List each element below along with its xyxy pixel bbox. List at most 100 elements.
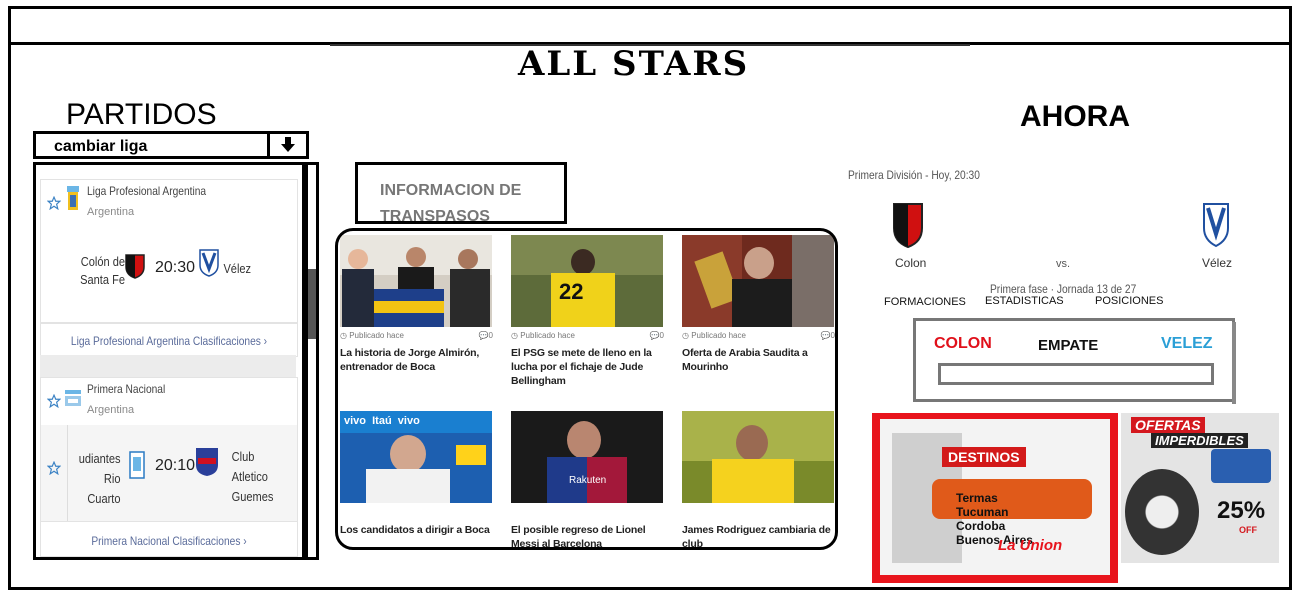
news-meta: ◷ Publicado hace 💬0 [340, 331, 493, 340]
league-selector-label: cambiar liga [54, 138, 148, 155]
news-image [682, 235, 834, 327]
site-title: ALL STARS [518, 44, 750, 84]
comment-icon: 💬 [649, 331, 660, 340]
news-grid: ◷ Publicado hace 💬0 La historia de Jorge… [335, 228, 838, 550]
star-icon[interactable] [47, 196, 61, 210]
news-card[interactable]: James Rodriguez cambiaria de club [682, 411, 835, 547]
league-selector[interactable]: cambiar liga [33, 131, 309, 159]
news-image [340, 235, 492, 327]
guemes-crest-icon [196, 448, 218, 476]
matches-list: Liga Profesional Argentina Argentina Col… [33, 162, 305, 560]
ad-heading: OFERTAS [1131, 417, 1205, 433]
colon-crest-icon [125, 254, 145, 279]
prediction-box-shadow [1232, 322, 1236, 404]
news-headline[interactable]: Los candidatos a dirigir a Boca [340, 523, 493, 537]
news-card[interactable]: Rakuten El posible regreso de Lionel Mes… [511, 411, 664, 547]
predict-away-button[interactable]: VELEZ [1161, 335, 1213, 353]
match-row[interactable]: Colón de Santa Fe 20:30 Vélez [40, 227, 298, 323]
prediction-result-bar [938, 363, 1214, 385]
news-image: vivo Itaú vivo [340, 411, 492, 503]
now-heading: AHORA [1020, 100, 1130, 133]
news-headline[interactable]: La historia de Jorge Almirón, entrenador… [340, 346, 493, 374]
news-image: Rakuten [511, 411, 663, 503]
standings-link-row: Primera Nacional Clasificaciones › [40, 521, 298, 557]
standings-link-row: Liga Profesional Argentina Clasificacion… [40, 323, 298, 357]
velez-crest-icon [199, 249, 219, 277]
ad-discount-suffix: OFF [1239, 525, 1257, 535]
live-vs: vs. [1056, 258, 1071, 270]
news-headline[interactable]: El PSG se mete de lleno en la lucha por … [511, 346, 664, 388]
news-image [682, 411, 834, 503]
league-card-header[interactable]: Liga Profesional Argentina Argentina [40, 179, 298, 229]
news-image: 22 [511, 235, 663, 327]
match-time: 20:30 [155, 259, 196, 276]
news-meta: ◷ Publicado hace 💬0 [511, 331, 664, 340]
clock-icon: ◷ [511, 331, 518, 340]
list-gap [40, 355, 296, 377]
news-meta: ◷ Publicado hace 💬0 [682, 331, 835, 340]
news-headline[interactable]: James Rodriguez cambiaria de club [682, 523, 835, 547]
prediction-box: COLON EMPATE VELEZ [913, 318, 1235, 402]
star-icon[interactable] [47, 461, 61, 475]
news-card[interactable]: 22 ◷ Publicado hace 💬0 El PSG se mete de… [511, 235, 664, 388]
news-card[interactable]: vivo Itaú vivo Los candidatos a dirigir … [340, 411, 493, 537]
ad-heading: IMPERDIBLES [1151, 433, 1248, 448]
away-team-name: Club Atletico Guemes [231, 449, 274, 504]
star-icon[interactable] [47, 394, 61, 408]
league-country: Argentina [87, 206, 135, 218]
news-headline[interactable]: El posible regreso de Lionel Messi al Ba… [511, 523, 664, 547]
ad-destination: Cordoba [956, 519, 1006, 533]
predict-home-button[interactable]: COLON [934, 335, 992, 353]
league-logo-icon [65, 390, 81, 406]
live-away-team: Vélez [1202, 256, 1233, 270]
live-competition: Primera División - Hoy, 20:30 [848, 168, 980, 182]
news-headline[interactable]: Oferta de Arabia Saudita a Mourinho [682, 346, 835, 374]
published-label: Publicado hace [691, 331, 746, 340]
matches-scrollbar[interactable] [305, 162, 319, 560]
clock-icon: ◷ [340, 331, 347, 340]
ad-destination: Termas [956, 491, 998, 505]
league-name: Primera Nacional [87, 382, 166, 396]
comment-count: 0 [488, 331, 493, 340]
comment-count: 0 [659, 331, 664, 340]
transfers-heading-box: INFORMACION DE TRANSPASOS [355, 162, 567, 225]
news-card[interactable]: ◷ Publicado hace 💬0 Oferta de Arabia Sau… [682, 235, 835, 374]
colon-crest-icon[interactable] [892, 200, 924, 248]
clock-icon: ◷ [682, 331, 689, 340]
estudiantes-crest-icon [129, 451, 145, 479]
jersey-number: 22 [559, 279, 584, 304]
velez-crest-icon[interactable] [1202, 202, 1230, 248]
scrollbar-thumb[interactable] [308, 269, 316, 339]
ad-discount: 25% [1217, 497, 1266, 524]
league-name: Liga Profesional Argentina [87, 184, 207, 198]
standings-link[interactable]: Liga Profesional Argentina Clasificacion… [60, 334, 278, 348]
predict-draw-button[interactable]: EMPATE [1038, 337, 1098, 354]
away-team-name: Vélez [223, 261, 252, 276]
tab-formaciones[interactable]: FORMACIONES [884, 296, 966, 308]
standings-link[interactable]: Primera Nacional Clasificaciones › [60, 534, 278, 548]
home-team-name: udiantes Rio Cuarto [78, 451, 121, 506]
comment-icon: 💬 [478, 331, 489, 340]
match-time: 20:10 [155, 457, 196, 474]
matches-heading: PARTIDOS [66, 98, 217, 131]
match-row[interactable]: udiantes Rio Cuarto 20:10 Club Atletico … [40, 425, 298, 522]
ad-destination: Tucuman [956, 505, 1009, 519]
league-selector-button[interactable] [267, 134, 306, 156]
home-team-name: Colón de Santa Fe [80, 254, 125, 287]
league-logo-icon [67, 186, 79, 210]
ad-banner-tires[interactable]: OFERTAS IMPERDIBLES 25% OFF [1121, 413, 1279, 563]
tab-posiciones[interactable]: POSICIONES [1095, 295, 1163, 307]
tire-image [1125, 469, 1199, 555]
news-card[interactable]: ◷ Publicado hace 💬0 La historia de Jorge… [340, 235, 493, 374]
live-stage: Primera fase · Jornada 13 de 27 [990, 282, 1137, 296]
comment-icon: 💬 [820, 331, 831, 340]
ad-logo: La Union [998, 537, 1063, 554]
ad-banner-la-union[interactable]: DESTINOS Termas Tucuman Cordoba Buenos A… [872, 413, 1118, 583]
published-label: Publicado hace [520, 331, 575, 340]
league-card-header[interactable]: Primera Nacional Argentina [40, 377, 298, 427]
tab-estadisticas[interactable]: ESTADISTICAS [985, 295, 1064, 307]
arrow-down-icon [281, 137, 295, 152]
published-label: Publicado hace [349, 331, 404, 340]
ad-heading: DESTINOS [942, 447, 1026, 467]
league-country: Argentina [87, 404, 135, 416]
